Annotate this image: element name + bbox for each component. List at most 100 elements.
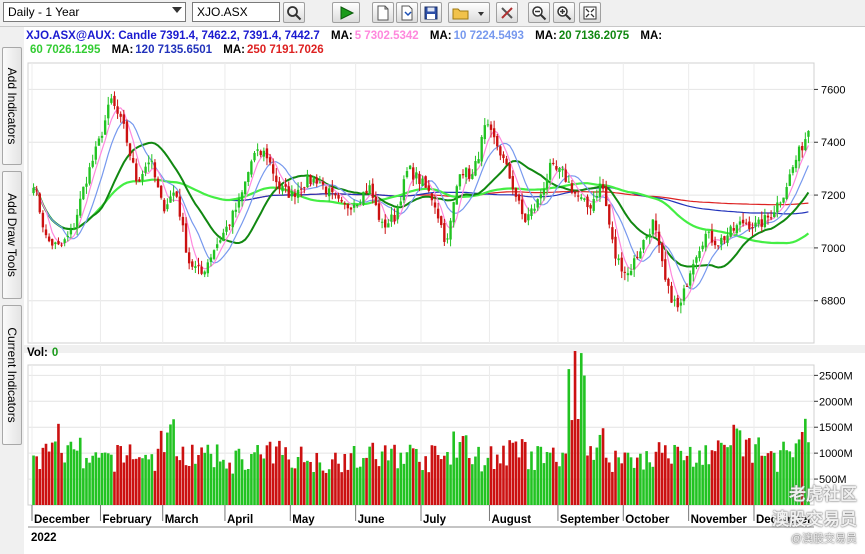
- toolbar: Daily - 1 Year XJO.ASX: [0, 0, 865, 27]
- zoom-in-button[interactable]: [553, 2, 575, 23]
- zoom-out-button[interactable]: [528, 2, 550, 23]
- volume-bar: [209, 453, 213, 505]
- fit-chart-button[interactable]: [579, 2, 601, 23]
- candle-body: [524, 213, 527, 222]
- volume-bar: [377, 466, 381, 505]
- candle-body: [306, 175, 309, 188]
- volume-bar: [514, 441, 518, 505]
- candle-body: [82, 186, 85, 200]
- candle-body: [415, 172, 418, 179]
- candle-body: [390, 214, 393, 222]
- period-select[interactable]: Daily - 1 Year: [3, 2, 186, 22]
- candle-body: [754, 222, 757, 227]
- candle-body: [589, 205, 592, 209]
- candle-body: [172, 192, 175, 196]
- candle-body: [788, 174, 791, 186]
- candle-body: [234, 209, 238, 212]
- candle-body: [489, 124, 493, 130]
- candle-body: [215, 244, 219, 249]
- volume-bar: [352, 446, 356, 505]
- open-template-button[interactable]: [396, 2, 418, 23]
- volume-bar: [315, 452, 319, 505]
- symbol-input[interactable]: XJO.ASX: [192, 2, 280, 22]
- candle-body: [461, 173, 465, 176]
- volume-bar: [458, 442, 462, 505]
- search-button[interactable]: [283, 2, 305, 23]
- volume-bar: [592, 459, 596, 505]
- chart-area[interactable]: XJO.ASX@AUX: Candle 7391.4, 7462.2, 7391…: [24, 27, 865, 554]
- volume-bar: [138, 457, 141, 505]
- volume-bar: [153, 470, 157, 505]
- volume-bar: [390, 448, 393, 505]
- candle-body: [278, 181, 281, 189]
- volume-bar: [421, 470, 424, 505]
- tab-add-draw-tools[interactable]: Add Draw Tools: [2, 171, 22, 299]
- candle-body: [751, 227, 754, 229]
- volume-bar: [564, 453, 568, 505]
- candle-body: [464, 167, 468, 178]
- candle-body: [371, 183, 374, 198]
- save-button[interactable]: [420, 2, 442, 23]
- candle-body: [598, 183, 602, 197]
- volume-bar: [623, 452, 627, 505]
- candle-body: [147, 162, 150, 165]
- candle-body: [309, 174, 312, 185]
- volume-bar: [477, 446, 480, 505]
- candle-body: [530, 208, 533, 216]
- candle-body: [726, 235, 729, 243]
- volume-bar: [32, 455, 35, 505]
- play-button[interactable]: [332, 2, 360, 23]
- tools-button[interactable]: [496, 2, 518, 23]
- volume-bar: [116, 444, 119, 505]
- volume-bar: [483, 465, 487, 505]
- volume-bar: [760, 455, 764, 505]
- volume-bar: [194, 463, 197, 505]
- open-folder-button[interactable]: [448, 2, 490, 23]
- candle-body: [303, 187, 306, 189]
- candle-body: [542, 188, 546, 195]
- volume-bar: [508, 440, 511, 505]
- watermark-line-1: 老虎社区: [789, 485, 857, 504]
- candle-body: [797, 146, 801, 162]
- tab-add-indicators[interactable]: Add Indicators: [2, 47, 22, 165]
- tab-current-indicators-label: Current Indicators: [5, 327, 19, 423]
- candle-body: [639, 251, 642, 259]
- candle-body: [623, 271, 627, 273]
- candle-body: [449, 220, 452, 240]
- candle-body: [580, 197, 583, 199]
- volume-bar: [583, 375, 586, 505]
- volume-bar: [228, 462, 231, 505]
- candle-body: [135, 163, 138, 182]
- volume-bar: [184, 465, 188, 505]
- candle-body: [660, 243, 664, 262]
- volume-bar: [651, 466, 655, 505]
- new-chart-button[interactable]: [372, 2, 394, 23]
- candle-body: [343, 202, 346, 205]
- candle-body: [760, 219, 763, 227]
- candle-body: [63, 239, 66, 243]
- volume-bar: [349, 453, 353, 505]
- volume-bar: [383, 445, 387, 505]
- volume-bar: [265, 445, 269, 505]
- volume-bar: [284, 447, 287, 505]
- volume-bar: [576, 419, 580, 505]
- volume-bar: [632, 467, 636, 505]
- volume-bar: [306, 460, 309, 505]
- candle-body: [558, 168, 561, 172]
- volume-bar: [218, 461, 222, 505]
- candle-body: [586, 196, 589, 208]
- candle-body: [791, 167, 795, 173]
- candle-body: [181, 216, 185, 226]
- volume-bar: [371, 442, 375, 505]
- volume-bar: [293, 468, 297, 505]
- month-label: August: [491, 514, 531, 526]
- volume-bar: [676, 446, 680, 505]
- candlestick-chart[interactable]: 7600 7400 7200 7000 6800 2500M 2000M 1500M 1000M…: [24, 27, 865, 554]
- tab-current-indicators[interactable]: Current Indicators: [2, 305, 22, 445]
- candle-body: [268, 157, 272, 163]
- candle-body: [492, 128, 496, 138]
- candle-body: [300, 188, 303, 190]
- volume-bar: [446, 451, 449, 505]
- volume-bar: [645, 451, 648, 505]
- volume-bar: [346, 469, 350, 505]
